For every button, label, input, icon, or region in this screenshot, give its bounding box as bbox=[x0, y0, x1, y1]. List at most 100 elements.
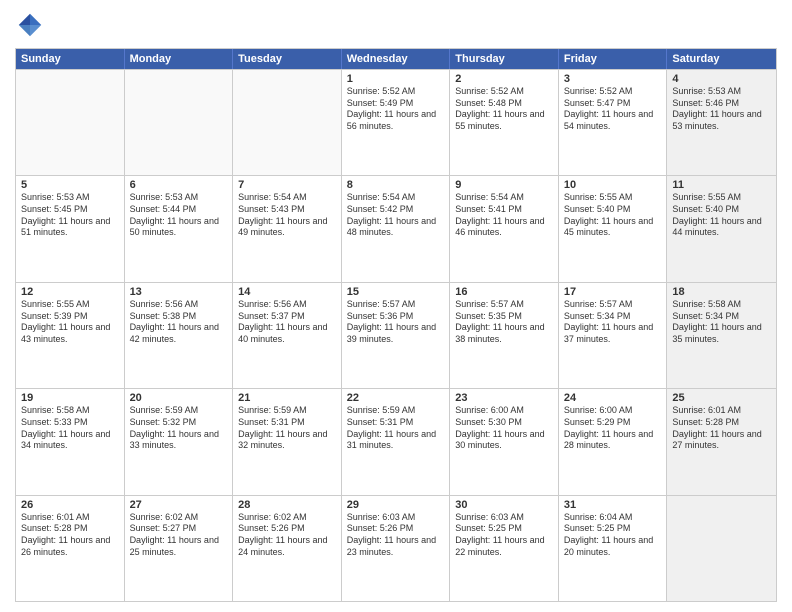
cell-info: Sunrise: 6:00 AM Sunset: 5:29 PM Dayligh… bbox=[564, 405, 662, 452]
empty-cell-0-0 bbox=[16, 70, 125, 175]
day-cell-29: 29Sunrise: 6:03 AM Sunset: 5:26 PM Dayli… bbox=[342, 496, 451, 601]
day-number: 4 bbox=[672, 73, 771, 85]
day-number: 30 bbox=[455, 499, 553, 511]
day-number: 17 bbox=[564, 286, 662, 298]
day-cell-17: 17Sunrise: 5:57 AM Sunset: 5:34 PM Dayli… bbox=[559, 283, 668, 388]
cell-info: Sunrise: 6:03 AM Sunset: 5:25 PM Dayligh… bbox=[455, 512, 553, 559]
cell-info: Sunrise: 5:56 AM Sunset: 5:38 PM Dayligh… bbox=[130, 299, 228, 346]
cell-info: Sunrise: 5:53 AM Sunset: 5:46 PM Dayligh… bbox=[672, 86, 771, 133]
day-number: 29 bbox=[347, 499, 445, 511]
day-number: 28 bbox=[238, 499, 336, 511]
day-cell-9: 9Sunrise: 5:54 AM Sunset: 5:41 PM Daylig… bbox=[450, 176, 559, 281]
day-cell-10: 10Sunrise: 5:55 AM Sunset: 5:40 PM Dayli… bbox=[559, 176, 668, 281]
cell-info: Sunrise: 5:59 AM Sunset: 5:32 PM Dayligh… bbox=[130, 405, 228, 452]
day-number: 11 bbox=[672, 179, 771, 191]
empty-cell-0-1 bbox=[125, 70, 234, 175]
day-cell-12: 12Sunrise: 5:55 AM Sunset: 5:39 PM Dayli… bbox=[16, 283, 125, 388]
day-number: 7 bbox=[238, 179, 336, 191]
cell-info: Sunrise: 5:57 AM Sunset: 5:34 PM Dayligh… bbox=[564, 299, 662, 346]
cell-info: Sunrise: 5:52 AM Sunset: 5:47 PM Dayligh… bbox=[564, 86, 662, 133]
cell-info: Sunrise: 5:59 AM Sunset: 5:31 PM Dayligh… bbox=[347, 405, 445, 452]
day-number: 19 bbox=[21, 392, 119, 404]
header bbox=[15, 10, 777, 40]
cell-info: Sunrise: 6:04 AM Sunset: 5:25 PM Dayligh… bbox=[564, 512, 662, 559]
day-cell-5: 5Sunrise: 5:53 AM Sunset: 5:45 PM Daylig… bbox=[16, 176, 125, 281]
day-number: 24 bbox=[564, 392, 662, 404]
day-cell-3: 3Sunrise: 5:52 AM Sunset: 5:47 PM Daylig… bbox=[559, 70, 668, 175]
cell-info: Sunrise: 6:03 AM Sunset: 5:26 PM Dayligh… bbox=[347, 512, 445, 559]
header-day-sunday: Sunday bbox=[16, 49, 125, 69]
day-number: 6 bbox=[130, 179, 228, 191]
day-cell-4: 4Sunrise: 5:53 AM Sunset: 5:46 PM Daylig… bbox=[667, 70, 776, 175]
day-number: 10 bbox=[564, 179, 662, 191]
cell-info: Sunrise: 5:52 AM Sunset: 5:49 PM Dayligh… bbox=[347, 86, 445, 133]
day-cell-8: 8Sunrise: 5:54 AM Sunset: 5:42 PM Daylig… bbox=[342, 176, 451, 281]
day-number: 18 bbox=[672, 286, 771, 298]
cell-info: Sunrise: 5:54 AM Sunset: 5:41 PM Dayligh… bbox=[455, 192, 553, 239]
cell-info: Sunrise: 5:56 AM Sunset: 5:37 PM Dayligh… bbox=[238, 299, 336, 346]
day-number: 9 bbox=[455, 179, 553, 191]
calendar-row-1: 5Sunrise: 5:53 AM Sunset: 5:45 PM Daylig… bbox=[16, 175, 776, 281]
day-number: 21 bbox=[238, 392, 336, 404]
day-cell-28: 28Sunrise: 6:02 AM Sunset: 5:26 PM Dayli… bbox=[233, 496, 342, 601]
day-cell-18: 18Sunrise: 5:58 AM Sunset: 5:34 PM Dayli… bbox=[667, 283, 776, 388]
header-day-tuesday: Tuesday bbox=[233, 49, 342, 69]
day-number: 31 bbox=[564, 499, 662, 511]
cell-info: Sunrise: 5:54 AM Sunset: 5:42 PM Dayligh… bbox=[347, 192, 445, 239]
day-cell-20: 20Sunrise: 5:59 AM Sunset: 5:32 PM Dayli… bbox=[125, 389, 234, 494]
day-cell-21: 21Sunrise: 5:59 AM Sunset: 5:31 PM Dayli… bbox=[233, 389, 342, 494]
day-number: 26 bbox=[21, 499, 119, 511]
cell-info: Sunrise: 5:59 AM Sunset: 5:31 PM Dayligh… bbox=[238, 405, 336, 452]
day-cell-24: 24Sunrise: 6:00 AM Sunset: 5:29 PM Dayli… bbox=[559, 389, 668, 494]
logo bbox=[15, 10, 49, 40]
cell-info: Sunrise: 6:00 AM Sunset: 5:30 PM Dayligh… bbox=[455, 405, 553, 452]
day-cell-25: 25Sunrise: 6:01 AM Sunset: 5:28 PM Dayli… bbox=[667, 389, 776, 494]
calendar-row-3: 19Sunrise: 5:58 AM Sunset: 5:33 PM Dayli… bbox=[16, 388, 776, 494]
day-number: 25 bbox=[672, 392, 771, 404]
day-number: 22 bbox=[347, 392, 445, 404]
day-cell-22: 22Sunrise: 5:59 AM Sunset: 5:31 PM Dayli… bbox=[342, 389, 451, 494]
header-day-friday: Friday bbox=[559, 49, 668, 69]
day-cell-31: 31Sunrise: 6:04 AM Sunset: 5:25 PM Dayli… bbox=[559, 496, 668, 601]
calendar-row-0: 1Sunrise: 5:52 AM Sunset: 5:49 PM Daylig… bbox=[16, 69, 776, 175]
day-cell-19: 19Sunrise: 5:58 AM Sunset: 5:33 PM Dayli… bbox=[16, 389, 125, 494]
day-number: 12 bbox=[21, 286, 119, 298]
day-number: 13 bbox=[130, 286, 228, 298]
day-cell-1: 1Sunrise: 5:52 AM Sunset: 5:49 PM Daylig… bbox=[342, 70, 451, 175]
day-cell-14: 14Sunrise: 5:56 AM Sunset: 5:37 PM Dayli… bbox=[233, 283, 342, 388]
day-number: 20 bbox=[130, 392, 228, 404]
header-day-monday: Monday bbox=[125, 49, 234, 69]
day-cell-6: 6Sunrise: 5:53 AM Sunset: 5:44 PM Daylig… bbox=[125, 176, 234, 281]
calendar-row-4: 26Sunrise: 6:01 AM Sunset: 5:28 PM Dayli… bbox=[16, 495, 776, 601]
cell-info: Sunrise: 6:01 AM Sunset: 5:28 PM Dayligh… bbox=[672, 405, 771, 452]
cell-info: Sunrise: 5:58 AM Sunset: 5:33 PM Dayligh… bbox=[21, 405, 119, 452]
cell-info: Sunrise: 5:57 AM Sunset: 5:35 PM Dayligh… bbox=[455, 299, 553, 346]
cell-info: Sunrise: 5:54 AM Sunset: 5:43 PM Dayligh… bbox=[238, 192, 336, 239]
day-cell-26: 26Sunrise: 6:01 AM Sunset: 5:28 PM Dayli… bbox=[16, 496, 125, 601]
day-cell-2: 2Sunrise: 5:52 AM Sunset: 5:48 PM Daylig… bbox=[450, 70, 559, 175]
cell-info: Sunrise: 6:02 AM Sunset: 5:27 PM Dayligh… bbox=[130, 512, 228, 559]
calendar-header: SundayMondayTuesdayWednesdayThursdayFrid… bbox=[16, 49, 776, 69]
cell-info: Sunrise: 5:52 AM Sunset: 5:48 PM Dayligh… bbox=[455, 86, 553, 133]
day-number: 3 bbox=[564, 73, 662, 85]
day-number: 23 bbox=[455, 392, 553, 404]
calendar: SundayMondayTuesdayWednesdayThursdayFrid… bbox=[15, 48, 777, 602]
cell-info: Sunrise: 5:55 AM Sunset: 5:39 PM Dayligh… bbox=[21, 299, 119, 346]
header-day-wednesday: Wednesday bbox=[342, 49, 451, 69]
cell-info: Sunrise: 5:55 AM Sunset: 5:40 PM Dayligh… bbox=[564, 192, 662, 239]
cell-info: Sunrise: 5:55 AM Sunset: 5:40 PM Dayligh… bbox=[672, 192, 771, 239]
header-day-thursday: Thursday bbox=[450, 49, 559, 69]
cell-info: Sunrise: 5:53 AM Sunset: 5:44 PM Dayligh… bbox=[130, 192, 228, 239]
day-number: 14 bbox=[238, 286, 336, 298]
header-day-saturday: Saturday bbox=[667, 49, 776, 69]
main-container: SundayMondayTuesdayWednesdayThursdayFrid… bbox=[0, 0, 792, 612]
day-number: 16 bbox=[455, 286, 553, 298]
cell-info: Sunrise: 5:57 AM Sunset: 5:36 PM Dayligh… bbox=[347, 299, 445, 346]
day-number: 15 bbox=[347, 286, 445, 298]
day-cell-30: 30Sunrise: 6:03 AM Sunset: 5:25 PM Dayli… bbox=[450, 496, 559, 601]
day-cell-11: 11Sunrise: 5:55 AM Sunset: 5:40 PM Dayli… bbox=[667, 176, 776, 281]
day-number: 2 bbox=[455, 73, 553, 85]
day-cell-16: 16Sunrise: 5:57 AM Sunset: 5:35 PM Dayli… bbox=[450, 283, 559, 388]
cell-info: Sunrise: 6:01 AM Sunset: 5:28 PM Dayligh… bbox=[21, 512, 119, 559]
day-number: 27 bbox=[130, 499, 228, 511]
